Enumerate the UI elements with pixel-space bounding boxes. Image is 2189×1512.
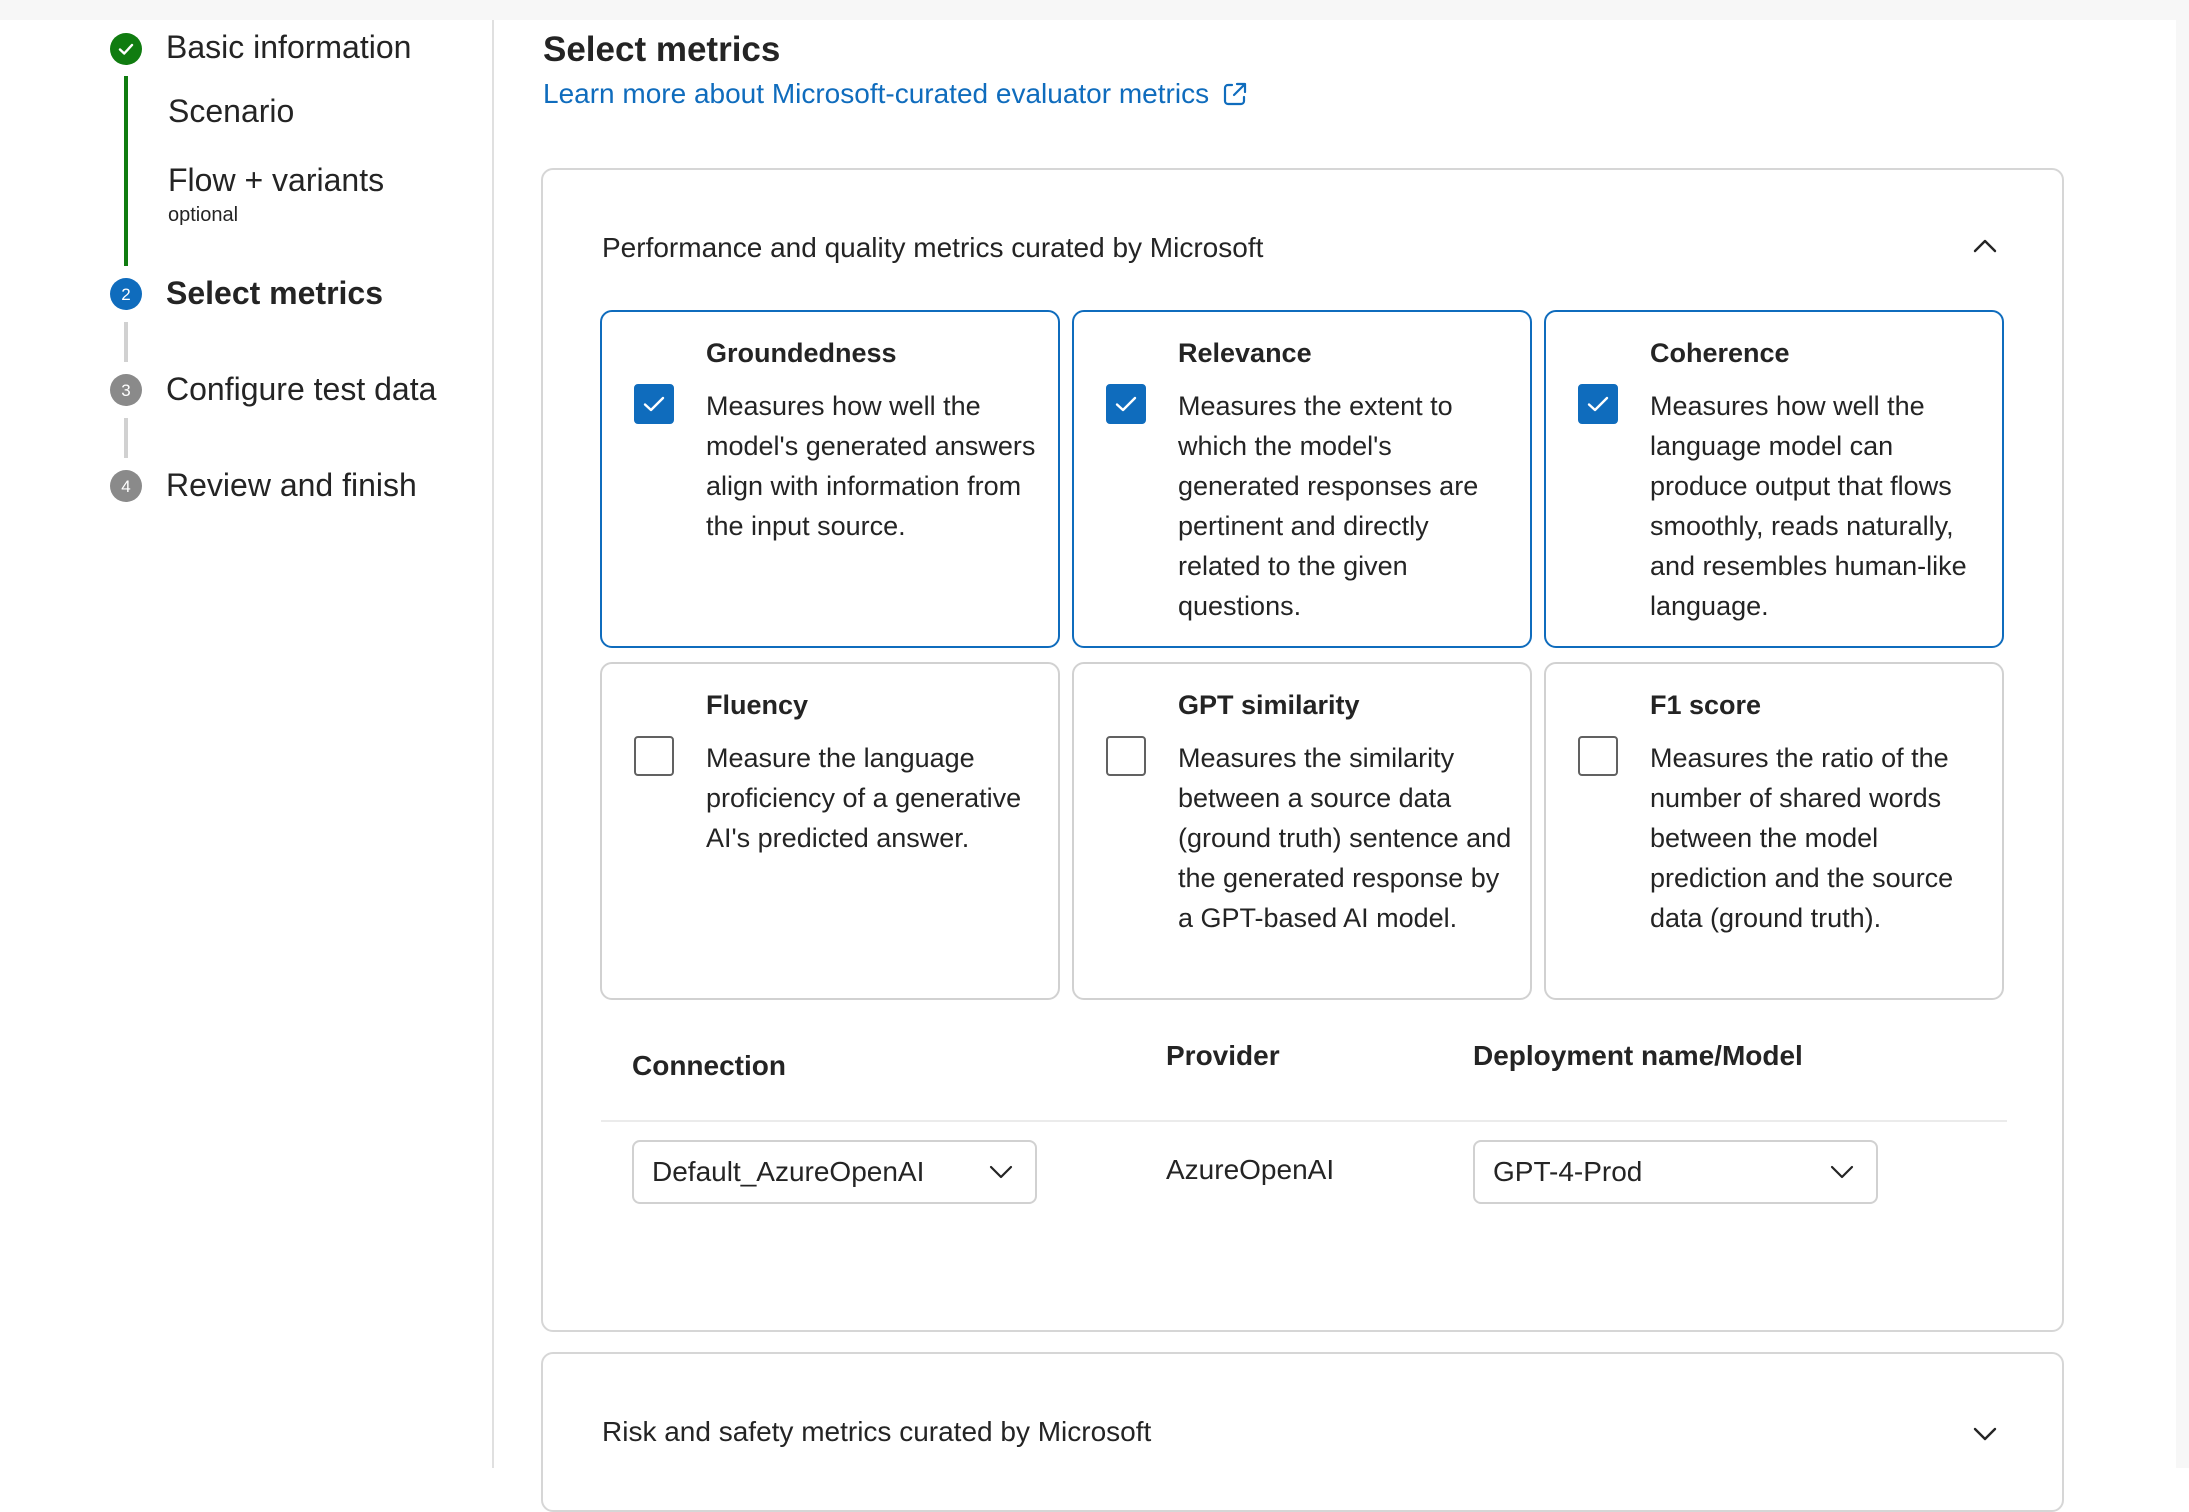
checkmark-circle-icon bbox=[110, 33, 142, 65]
chevron-down-icon bbox=[1973, 1427, 1997, 1441]
column-header-deployment: Deployment name/Model bbox=[1473, 1040, 1803, 1071]
metric-description: Measures the extent to which the model's… bbox=[1178, 391, 1479, 621]
chevron-down-icon bbox=[1830, 1165, 1854, 1179]
page-title: Select metrics bbox=[543, 30, 781, 69]
risk-safety-metrics-panel: Risk and safety metrics curated by Micro… bbox=[541, 1352, 2064, 1512]
checkmark-icon bbox=[1587, 396, 1609, 412]
connection-dropdown-value: Default_AzureOpenAI bbox=[652, 1156, 925, 1187]
step-basic-information[interactable]: Basic information bbox=[166, 29, 411, 66]
metric-title: Coherence bbox=[1650, 338, 1790, 368]
right-scrollbar-track[interactable] bbox=[2176, 20, 2189, 1468]
chevron-down-icon bbox=[989, 1165, 1013, 1179]
metric-description: Measures the ratio of the number of shar… bbox=[1650, 743, 1954, 933]
open-external-icon bbox=[1221, 80, 1249, 108]
provider-value: AzureOpenAI bbox=[1166, 1154, 1335, 1185]
metric-card-f1-score[interactable]: F1 score Measures the ratio of the numbe… bbox=[1544, 662, 2004, 1000]
step-connector bbox=[124, 418, 128, 458]
deployment-dropdown-value: GPT-4-Prod bbox=[1493, 1156, 1643, 1187]
metric-description: Measures how well the language model can… bbox=[1650, 391, 1967, 621]
expand-risk-button[interactable] bbox=[1968, 1416, 2002, 1450]
metric-description: Measures how well the model's generated … bbox=[706, 391, 1036, 541]
coherence-checkbox[interactable] bbox=[1578, 384, 1618, 424]
step-number-badge: 4 bbox=[110, 470, 142, 502]
fluency-checkbox[interactable] bbox=[634, 736, 674, 776]
metric-title: Groundedness bbox=[706, 338, 897, 368]
step-flow-variants[interactable]: Flow + variants bbox=[168, 162, 384, 199]
step-select-metrics[interactable]: Select metrics bbox=[166, 275, 383, 312]
metric-description: Measure the language proficiency of a ge… bbox=[706, 743, 1022, 853]
metric-title: GPT similarity bbox=[1178, 690, 1360, 720]
step-configure-test-data[interactable]: Configure test data bbox=[166, 371, 436, 408]
checkmark-icon bbox=[643, 396, 665, 412]
step-scenario[interactable]: Scenario bbox=[168, 93, 294, 130]
performance-panel-title: Performance and quality metrics curated … bbox=[602, 232, 1264, 263]
learn-more-link-text: Learn more about Microsoft-curated evalu… bbox=[543, 78, 1210, 109]
step-number-badge: 3 bbox=[110, 374, 142, 406]
risk-panel-title: Risk and safety metrics curated by Micro… bbox=[602, 1416, 1152, 1447]
step-connector bbox=[124, 322, 128, 362]
column-header-provider: Provider bbox=[1166, 1040, 1280, 1071]
performance-metrics-panel: Performance and quality metrics curated … bbox=[541, 168, 2064, 1332]
metric-title: F1 score bbox=[1650, 690, 1762, 720]
deployment-dropdown[interactable]: GPT-4-Prod bbox=[1473, 1140, 1878, 1204]
f1-score-checkbox[interactable] bbox=[1578, 736, 1618, 776]
collapse-performance-button[interactable] bbox=[1968, 230, 2002, 264]
metric-description: Measures the similarity between a source… bbox=[1178, 743, 1512, 933]
step-flow-variants-optional: optional bbox=[168, 204, 239, 226]
gpt-similarity-checkbox[interactable] bbox=[1106, 736, 1146, 776]
metric-card-gpt-similarity[interactable]: GPT similarity Measures the similarity b… bbox=[1072, 662, 1532, 1000]
relevance-checkbox[interactable] bbox=[1106, 384, 1146, 424]
metric-card-groundedness[interactable]: Groundedness Measures how well the model… bbox=[600, 310, 1060, 648]
metric-card-coherence[interactable]: Coherence Measures how well the language… bbox=[1544, 310, 2004, 648]
checkmark-icon bbox=[1115, 396, 1137, 412]
sidebar-divider bbox=[492, 20, 494, 1468]
step-connector-completed bbox=[124, 76, 128, 266]
metric-card-relevance[interactable]: Relevance Measures the extent to which t… bbox=[1072, 310, 1532, 648]
column-header-connection: Connection bbox=[632, 1050, 786, 1081]
step-review-and-finish[interactable]: Review and finish bbox=[166, 467, 417, 504]
top-strip bbox=[0, 0, 2189, 20]
wizard-stepper bbox=[0, 20, 494, 1468]
chevron-up-icon bbox=[1973, 239, 1997, 253]
metric-title: Fluency bbox=[706, 690, 809, 720]
step-number-badge: 2 bbox=[110, 278, 142, 310]
learn-more-link[interactable]: Learn more about Microsoft-curated evalu… bbox=[543, 78, 1249, 110]
metric-card-fluency[interactable]: Fluency Measure the language proficiency… bbox=[600, 662, 1060, 1000]
groundedness-checkbox[interactable] bbox=[634, 384, 674, 424]
metric-title: Relevance bbox=[1178, 338, 1312, 368]
table-divider bbox=[601, 1120, 2007, 1122]
connection-dropdown[interactable]: Default_AzureOpenAI bbox=[632, 1140, 1037, 1204]
